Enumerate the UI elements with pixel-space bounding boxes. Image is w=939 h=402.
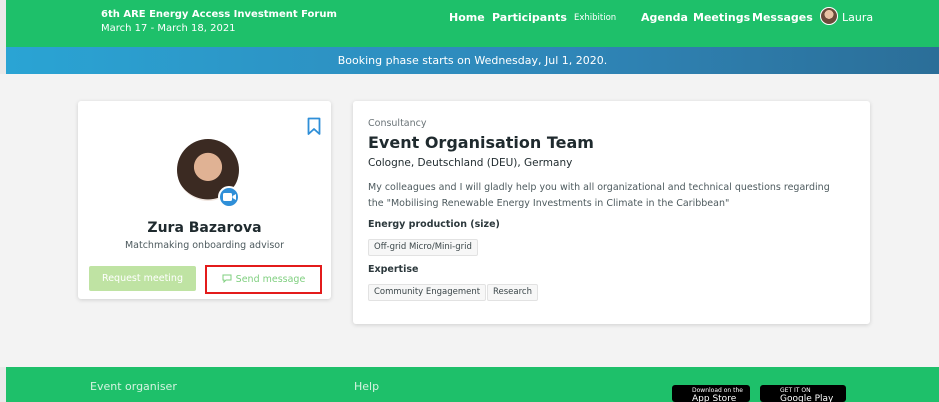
energy-production-label: Energy production (size): [368, 219, 500, 230]
nav-home[interactable]: Home: [449, 11, 485, 24]
user-avatar[interactable]: [820, 7, 838, 25]
tag-off-grid: Off-grid Micro/Mini-grid: [368, 239, 478, 256]
booking-banner: Booking phase starts on Wednesday, Jul 1…: [0, 47, 939, 74]
app-store-text: App Store: [692, 394, 737, 402]
nav-exhibition[interactable]: Exhibition: [574, 13, 616, 23]
send-message-label: Send message: [235, 274, 306, 285]
request-meeting-button[interactable]: Request meeting: [89, 266, 196, 291]
send-message-button[interactable]: Send message: [205, 265, 322, 294]
footer-help: Help: [354, 380, 380, 393]
person-role: Matchmaking onboarding advisor: [124, 240, 285, 251]
bookmark-icon[interactable]: [307, 117, 321, 136]
app-store-badge[interactable]: Download on the App Store: [672, 385, 750, 402]
footer: Event organiser Help Download on the App…: [0, 367, 939, 402]
nav-messages[interactable]: Messages: [752, 11, 813, 24]
top-navigation-bar: 6th ARE Energy Access Investment Forum M…: [0, 0, 939, 47]
tag-community-engagement: Community Engagement: [368, 284, 487, 301]
main-nav: Home Participants Exhibition Agenda Meet…: [6, 11, 939, 25]
organisation-card: Consultancy Event Organisation Team Colo…: [353, 101, 870, 324]
nav-meetings[interactable]: Meetings: [693, 11, 750, 24]
user-name[interactable]: Laura: [842, 11, 873, 24]
organisation-name: Event Organisation Team: [368, 133, 594, 152]
app-store-small-text: Download on the: [692, 387, 743, 394]
google-play-badge[interactable]: GET IT ON Google Play: [760, 385, 846, 402]
booking-banner-text: Booking phase starts on Wednesday, Jul 1…: [337, 54, 608, 67]
google-play-text: Google Play: [780, 394, 834, 402]
chat-bubble-icon: [222, 274, 232, 283]
organisation-category: Consultancy: [368, 118, 427, 129]
nav-agenda[interactable]: Agenda: [641, 11, 688, 24]
tag-research: Research: [487, 284, 538, 301]
organisation-description: My colleagues and I will gladly help you…: [368, 182, 830, 209]
organisation-location: Cologne, Deutschland (DEU), Germany: [368, 157, 573, 169]
video-call-icon[interactable]: [218, 186, 240, 208]
profile-card: Zura Bazarova Matchmaking onboarding adv…: [78, 101, 331, 299]
nav-participants[interactable]: Participants: [492, 11, 567, 24]
person-name: Zura Bazarova: [147, 220, 262, 236]
google-play-small-text: GET IT ON: [780, 387, 811, 394]
expertise-label: Expertise: [368, 264, 419, 275]
footer-event-organiser: Event organiser: [90, 380, 177, 393]
